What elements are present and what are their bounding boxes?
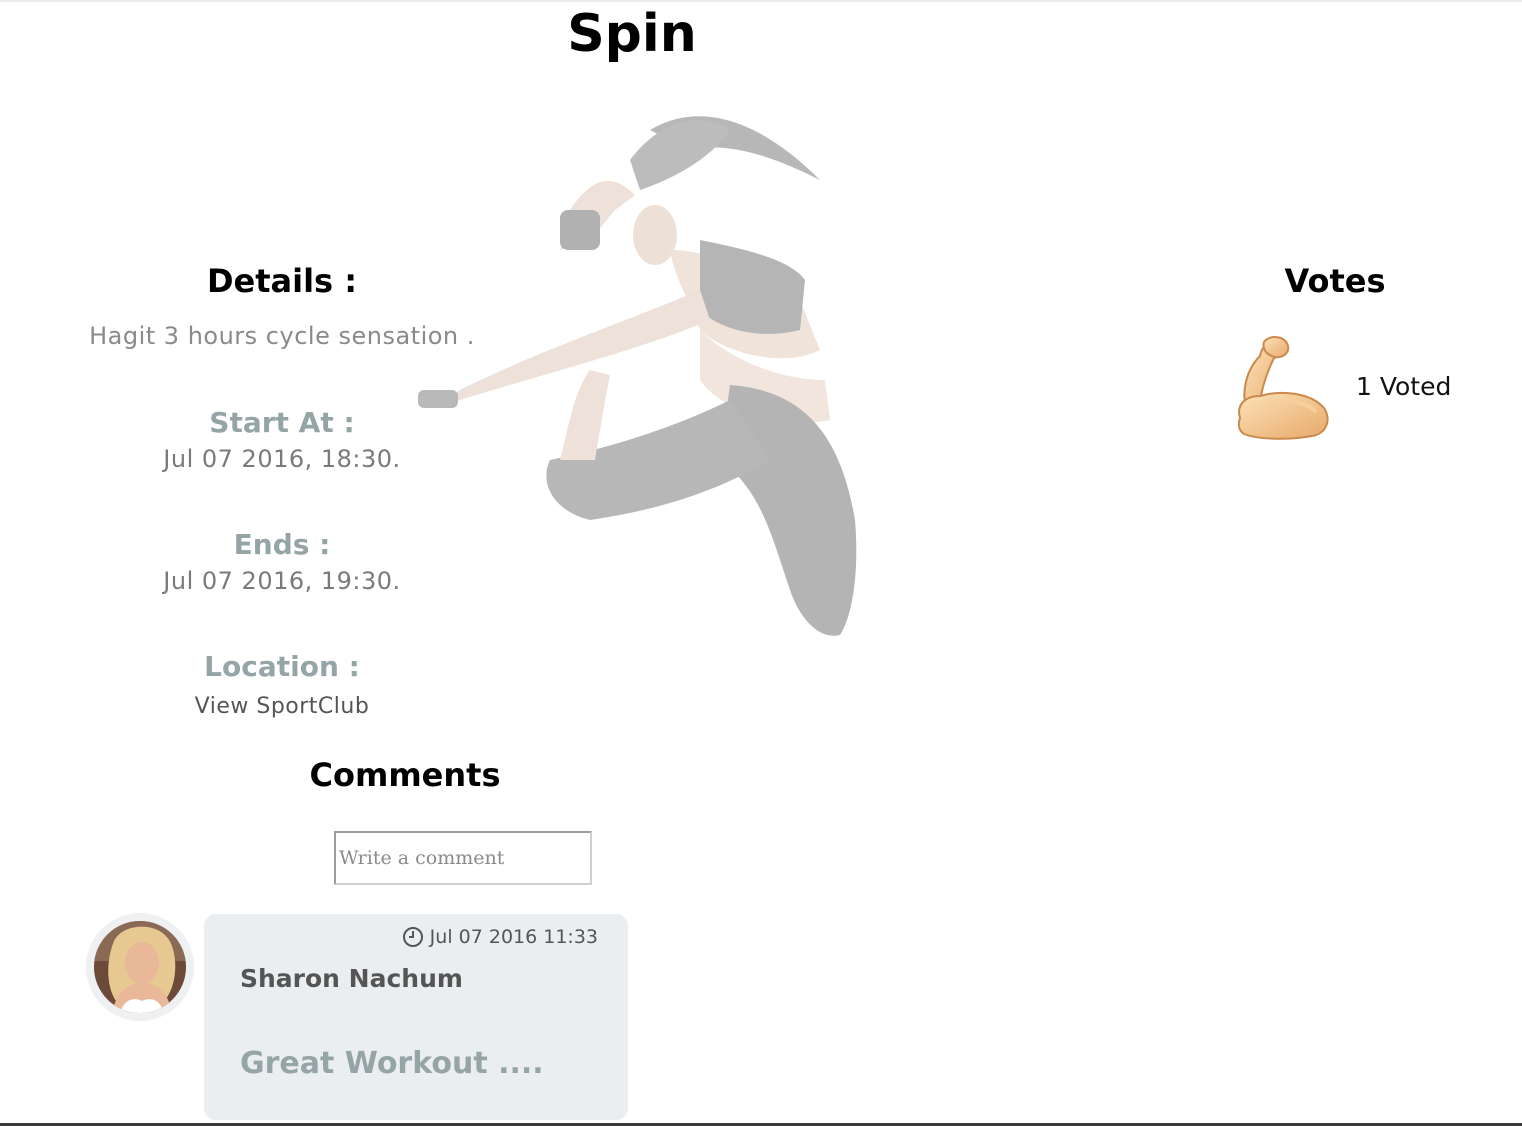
end-label: Ends :	[233, 528, 331, 561]
location-value: View SportClub	[40, 691, 524, 719]
page-title: Spin	[567, 4, 697, 64]
start-block: Start At : Jul 07 2016, 18:30.	[40, 406, 524, 473]
details-section: Details : Hagit 3 hours cycle sensation …	[40, 262, 524, 719]
view-sportclub-link[interactable]: View SportClub	[195, 694, 370, 719]
clock-icon	[402, 927, 423, 947]
end-block: Ends : Jul 07 2016, 19:30.	[40, 528, 524, 595]
comment-input[interactable]	[334, 831, 592, 885]
end-value: Jul 07 2016, 19:30.	[163, 567, 401, 595]
location-label: Location :	[204, 650, 360, 683]
votes-heading: Votes	[1284, 262, 1386, 300]
start-label: Start At :	[209, 406, 355, 439]
location-block: Location : View SportClub	[40, 650, 524, 719]
top-divider	[0, 0, 1522, 2]
avatar-image	[94, 921, 186, 1013]
comment-author: Sharon Nachum	[240, 964, 463, 993]
flexed-biceps-icon[interactable]	[1230, 334, 1334, 444]
comment-timestamp: Jul 07 2016 11:33	[402, 926, 598, 948]
comment-card: Jul 07 2016 11:33 Sharon Nachum Great Wo…	[204, 914, 628, 1120]
start-value: Jul 07 2016, 18:30.	[163, 445, 401, 473]
event-page: Spin Details : Hagit 3 hours cycle sensa…	[0, 0, 1522, 1126]
comment-time-text: Jul 07 2016 11:33	[429, 926, 598, 948]
event-description: Hagit 3 hours cycle sensation .	[89, 322, 475, 350]
details-heading: Details :	[206, 262, 358, 300]
comment-text: Great Workout ....	[240, 1046, 544, 1081]
comment-avatar[interactable]	[86, 913, 194, 1021]
comments-heading: Comments	[309, 756, 501, 794]
vote-count: 1 Voted	[1356, 372, 1452, 401]
